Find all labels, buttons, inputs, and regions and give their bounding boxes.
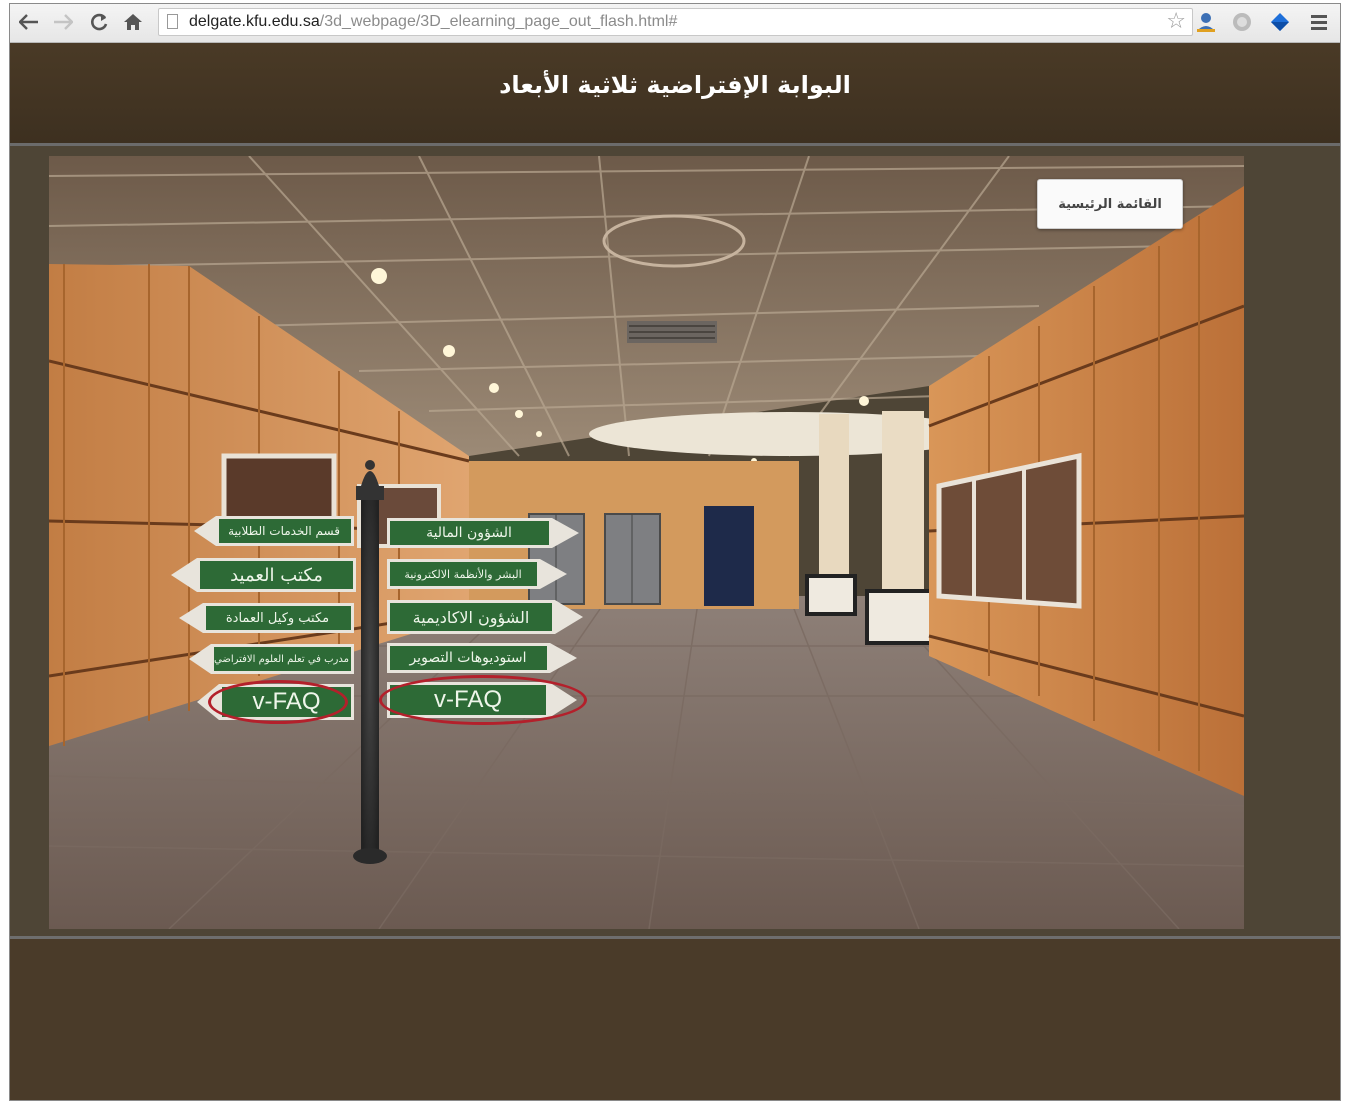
sign-label: الشؤون المالية — [426, 525, 512, 541]
page-footer — [10, 936, 1340, 1100]
sign-label: البشر والأنظمة الالكترونية — [404, 567, 522, 581]
page-icon — [167, 14, 178, 29]
sign-label: v-FAQ — [252, 688, 321, 715]
url-host: delgate.kfu.edu.sa — [189, 13, 320, 30]
address-bar[interactable]: delgate.kfu.edu.sa/3d_webpage/3D_elearni… — [158, 8, 1193, 36]
sign-dean-office[interactable]: مكتب العميد — [171, 558, 356, 592]
sign-label: قسم الخدمات الطلابية — [228, 524, 340, 538]
sign-label: الشؤون الاكاديمية — [412, 607, 530, 627]
sign-label: استوديوهات التصوير — [409, 650, 527, 666]
browser-toolbar: delgate.kfu.edu.sa/3d_webpage/3D_elearni… — [10, 4, 1340, 43]
sign-student-services[interactable]: قسم الخدمات الطلابية — [194, 516, 354, 546]
sign-label: v-FAQ — [434, 686, 503, 713]
menu-icon[interactable] — [1307, 10, 1331, 34]
back-arrow-icon[interactable] — [16, 9, 42, 35]
reload-icon[interactable] — [86, 9, 112, 35]
url-text[interactable]: delgate.kfu.edu.sa/3d_webpage/3D_elearni… — [189, 13, 677, 31]
sign-label: مكتب العميد — [230, 564, 323, 586]
sign-virtual-science-trainer[interactable]: مدرب في تعلم العلوم الافتراضي — [189, 644, 354, 674]
bookmark-star-icon[interactable]: ☆ — [1166, 9, 1186, 34]
sign-label: مكتب وكيل العمادة — [225, 610, 330, 626]
url-path: /3d_webpage/3D_elearning_page_out_flash.… — [319, 13, 678, 30]
sign-financial-affairs[interactable]: الشؤون المالية — [387, 518, 579, 548]
page-title: البوابة الإفتراضية ثلاثية الأبعاد — [499, 71, 851, 99]
browser-window: delgate.kfu.edu.sa/3d_webpage/3D_elearni… — [9, 3, 1341, 1101]
sign-vice-dean-office[interactable]: مكتب وكيل العمادة — [179, 603, 354, 633]
virtual-lobby-scene[interactable]: قسم الخدمات الطلابية مكتب العميد مكتب وك… — [49, 156, 1244, 929]
sign-academic-affairs[interactable]: الشؤون الاكاديمية — [387, 600, 583, 634]
sign-photo-studios[interactable]: استوديوهات التصوير — [387, 643, 577, 673]
extension-diamond-icon[interactable] — [1268, 10, 1292, 34]
sign-label: مدرب في تعلم العلوم الافتراضي — [214, 653, 349, 665]
extension-globe-icon[interactable] — [1230, 10, 1254, 34]
forward-arrow-icon[interactable] — [50, 9, 76, 35]
user-profile-icon[interactable] — [1194, 10, 1218, 34]
page-header: البوابة الإفتراضية ثلاثية الأبعاد — [10, 43, 1340, 146]
main-menu-button[interactable]: القائمة الرئيسية — [1037, 179, 1183, 229]
main-area: قسم الخدمات الطلابية مكتب العميد مكتب وك… — [10, 146, 1340, 936]
sign-electronic-systems[interactable]: البشر والأنظمة الالكترونية — [387, 559, 567, 589]
home-icon[interactable] — [120, 9, 146, 35]
